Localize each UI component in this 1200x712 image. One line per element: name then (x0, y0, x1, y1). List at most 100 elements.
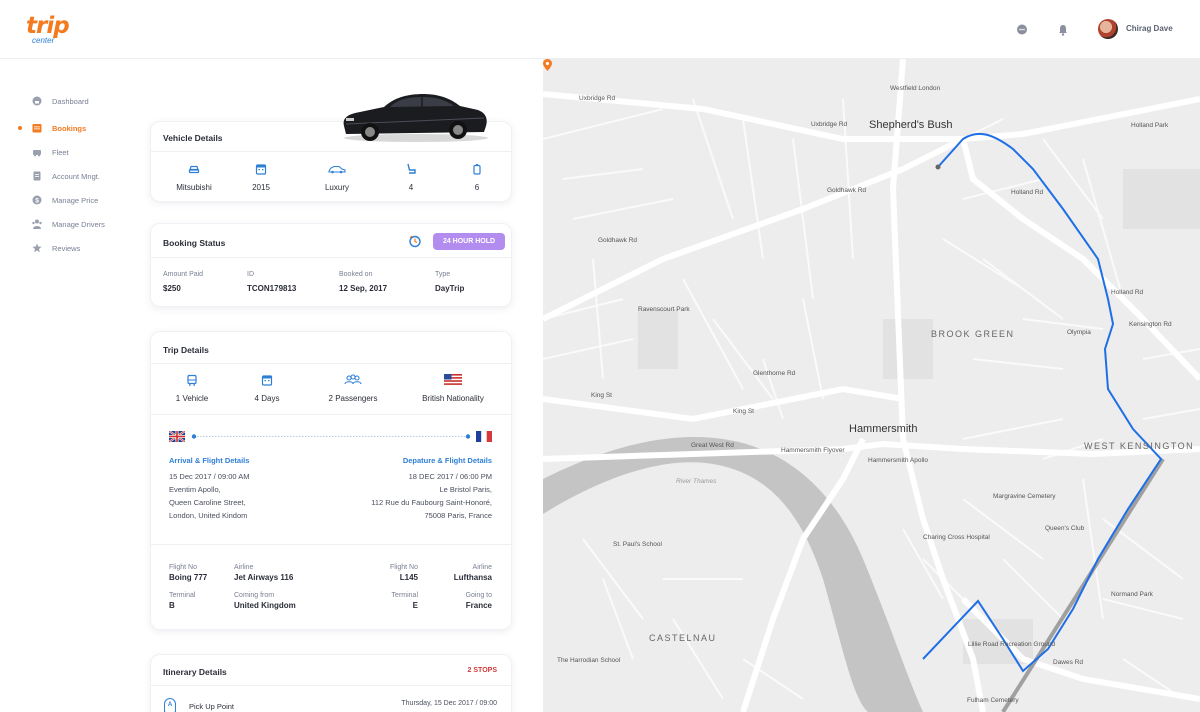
dep-flight-no: Flight No L145 (390, 564, 418, 582)
car-icon (188, 165, 200, 174)
map-label: Holland Rd (1011, 189, 1044, 196)
seat-icon (407, 163, 416, 174)
calendar-icon (261, 375, 273, 386)
map-label: Olympia (1067, 329, 1091, 336)
user-avatar[interactable] (1098, 19, 1118, 39)
stat-value: 2015 (252, 183, 270, 192)
route-start-point (935, 164, 941, 170)
dep-airline: Airline Lufthansa (454, 564, 492, 582)
luggage-icon (473, 164, 481, 175)
booked-value: 12 Sep, 2017 (339, 284, 388, 293)
label: Flight No (169, 564, 198, 571)
sidebar-item-bookings[interactable]: Bookings (32, 121, 86, 135)
label: Airline (472, 564, 492, 571)
departure-line3: 75008 Paris, France (424, 511, 492, 520)
sidebar-item-reviews[interactable]: Reviews (32, 241, 80, 255)
type-label: Type (435, 271, 451, 278)
map-label: Westfield London (890, 85, 941, 92)
value: United Kingdom (234, 601, 296, 610)
stop-label: Pick Up Point (189, 702, 235, 711)
trip-vehicles: 1 Vehicle (152, 374, 232, 403)
uk-flag-icon (169, 431, 185, 442)
divider (151, 544, 511, 545)
label: Airline (234, 564, 254, 571)
label: Terminal (169, 592, 196, 599)
france-flag-icon (476, 431, 492, 442)
sidebar-item-fleet[interactable]: Fleet (32, 145, 69, 159)
value: France (465, 601, 492, 610)
arr-terminal: Terminal B (169, 592, 195, 610)
map-label: Normand Park (1111, 591, 1153, 598)
chat-icon[interactable] (1016, 24, 1028, 36)
map-label: Holland Rd (1111, 289, 1144, 296)
map-label: The Harrodian School (557, 657, 621, 664)
arr-coming-from: Coming from United Kingdom (234, 592, 296, 610)
divider (151, 414, 511, 415)
card-title: Booking Status (163, 238, 226, 248)
stat-value: 1 Vehicle (175, 394, 209, 403)
divider (151, 151, 511, 152)
label: Going to (465, 592, 492, 599)
sidebar-item-dashboard[interactable]: Dashboard (32, 94, 89, 108)
stat-value: 2 Passengers (328, 394, 378, 403)
label: Flight No (389, 564, 418, 571)
trip-nationality: British Nationality (413, 374, 493, 403)
timer-icon[interactable] (408, 234, 422, 248)
map-label: St. Paul's School (613, 541, 662, 548)
map-label: Uxbridge Rd (811, 121, 848, 128)
river-thames-water (543, 437, 923, 712)
amount-value: $250 (163, 284, 181, 293)
bell-icon[interactable] (1057, 24, 1069, 36)
arr-airline: Airline Jet Airways 116 (234, 564, 293, 582)
map-label: BROOK GREEN (931, 329, 1015, 339)
sidebar-item-account[interactable]: Account Mngt. (32, 169, 100, 183)
hold-badge[interactable]: 24 HOUR HOLD (433, 233, 505, 250)
map-label: Holland Park (1131, 122, 1169, 129)
stat-value: Luxury (324, 183, 349, 192)
account-icon (32, 171, 42, 181)
stat-value: 4 Days (254, 394, 280, 403)
map-canvas[interactable] (543, 59, 1200, 712)
park-area (883, 319, 933, 379)
card-title: Itinerary Details (163, 667, 227, 677)
dep-terminal: Terminal E (392, 592, 418, 610)
value: B (169, 601, 175, 610)
trip-center-logo[interactable]: trip center (26, 14, 76, 45)
divider (151, 257, 511, 258)
map-label: Shepherd's Bush (869, 119, 953, 131)
card-title: Vehicle Details (163, 133, 223, 143)
sidebar-item-manage-drivers[interactable]: Manage Drivers (32, 217, 105, 231)
sidebar-item-label: Account Mngt. (52, 171, 100, 181)
bus-icon (187, 374, 197, 386)
value: L145 (399, 573, 418, 582)
map-label: Queen's Club (1045, 525, 1085, 532)
active-indicator (18, 126, 22, 130)
arrival-heading: Arrival & Flight Details (169, 456, 250, 465)
user-name[interactable]: Chirag Dave (1126, 24, 1173, 33)
dashboard-icon (32, 96, 42, 106)
map-label: King St (733, 408, 754, 415)
destination-pin-icon[interactable] (543, 59, 552, 71)
value: E (412, 601, 418, 610)
booked-label: Booked on (339, 271, 373, 278)
trip-passengers: 2 Passengers (313, 374, 393, 403)
arrival-line1: Eventim Apollo, (169, 485, 221, 494)
map-label: CASTELNAU (649, 633, 717, 643)
stat-value: British Nationality (422, 394, 484, 403)
label: Coming from (234, 592, 275, 599)
sidebar-item-label: Fleet (52, 147, 69, 157)
map-label: Lillie Road Recreation Ground (968, 641, 1056, 648)
stops-count: 2 STOPS (467, 667, 497, 674)
arrival-datetime: 15 Dec 2017 / 09:00 AM (169, 472, 250, 481)
fleet-icon (32, 147, 42, 157)
route-map[interactable]: Shepherd's Bush Hammersmith BROOK GREEN … (543, 59, 1200, 712)
sidebar-item-manage-price[interactable]: $ Manage Price (32, 193, 98, 207)
departure-details: Depature & Flight Details 18 DEC 2017 / … (371, 456, 492, 522)
map-label: WEST KENSINGTON (1084, 441, 1195, 451)
sidebar-item-label: Manage Drivers (52, 219, 105, 229)
itinerary-details-card: Itinerary Details 2 STOPS A Pick Up Poin… (150, 654, 512, 712)
logo-subtext: center (32, 36, 55, 45)
stop-marker: A (164, 698, 176, 712)
car-type-icon (328, 165, 346, 174)
vehicle-year: 2015 (221, 163, 301, 192)
